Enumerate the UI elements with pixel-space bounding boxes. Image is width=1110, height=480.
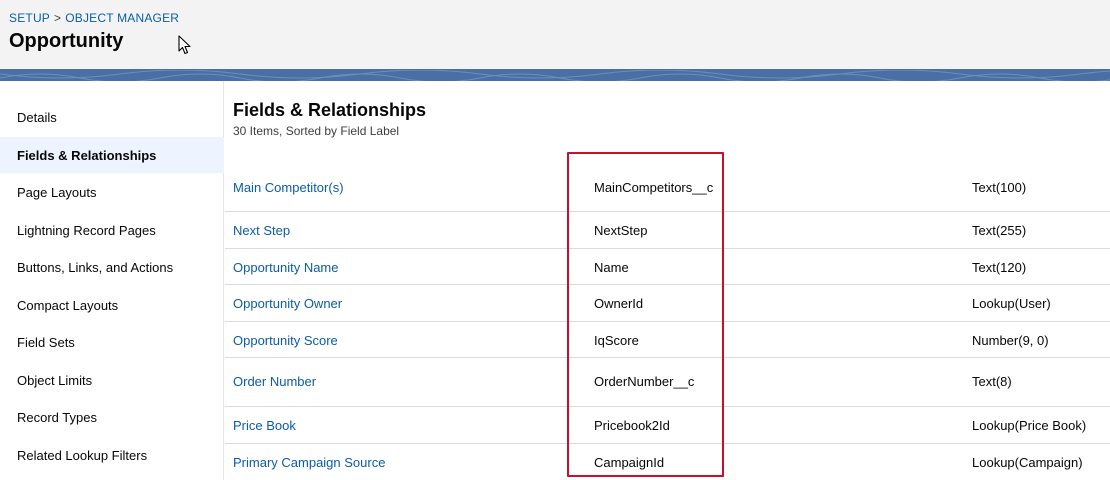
field-label-link[interactable]: Order Number <box>233 374 316 389</box>
sidebar-item-details[interactable]: Details <box>0 99 224 135</box>
page-header: SETUP > OBJECT MANAGER Opportunity <box>0 0 1110 69</box>
api-name-column-highlight-box <box>567 152 724 477</box>
sidebar-item-record-types[interactable]: Record Types <box>0 399 224 435</box>
field-data-type: Lookup(User) <box>972 296 1051 311</box>
field-label-link[interactable]: Opportunity Owner <box>233 296 342 311</box>
sidebar-item-page-layouts[interactable]: Page Layouts <box>0 174 224 210</box>
mouse-pointer-icon <box>178 35 191 55</box>
field-data-type: Text(255) <box>972 223 1027 238</box>
sidebar: Details Fields & Relationships Page Layo… <box>0 81 224 480</box>
field-data-type: Text(100) <box>972 180 1027 195</box>
field-label-link[interactable]: Next Step <box>233 223 290 238</box>
decorative-banner <box>0 69 1110 81</box>
field-label-link[interactable]: Opportunity Name <box>233 260 339 275</box>
breadcrumb-separator: > <box>54 11 62 25</box>
field-data-type: Lookup(Price Book) <box>972 418 1087 433</box>
sidebar-item-buttons-links-actions[interactable]: Buttons, Links, and Actions <box>0 249 224 285</box>
field-label-link[interactable]: Primary Campaign Source <box>233 455 385 470</box>
sidebar-item-fields-relationships[interactable]: Fields & Relationships <box>0 137 224 173</box>
field-label-link[interactable]: Opportunity Score <box>233 333 338 348</box>
sidebar-item-lightning-record-pages[interactable]: Lightning Record Pages <box>0 212 224 248</box>
field-label-link[interactable]: Price Book <box>233 418 296 433</box>
item-count-subtitle: 30 Items, Sorted by Field Label <box>233 124 400 138</box>
field-data-type: Text(120) <box>972 260 1027 275</box>
field-data-type: Lookup(Campaign) <box>972 455 1083 470</box>
page-title: Opportunity <box>9 30 124 52</box>
field-label-link[interactable]: Main Competitor(s) <box>233 180 344 195</box>
field-data-type: Text(8) <box>972 374 1012 389</box>
sidebar-item-related-lookup-filters[interactable]: Related Lookup Filters <box>0 437 224 473</box>
breadcrumb-object-manager-link[interactable]: OBJECT MANAGER <box>65 11 179 25</box>
sidebar-item-object-limits[interactable]: Object Limits <box>0 362 224 398</box>
sidebar-item-field-sets[interactable]: Field Sets <box>0 324 224 360</box>
field-data-type: Number(9, 0) <box>972 333 1049 348</box>
sidebar-item-compact-layouts[interactable]: Compact Layouts <box>0 287 224 323</box>
section-title: Fields & Relationships <box>233 100 427 120</box>
breadcrumb-setup-link[interactable]: SETUP <box>9 11 50 25</box>
breadcrumb: SETUP > OBJECT MANAGER <box>9 11 179 25</box>
